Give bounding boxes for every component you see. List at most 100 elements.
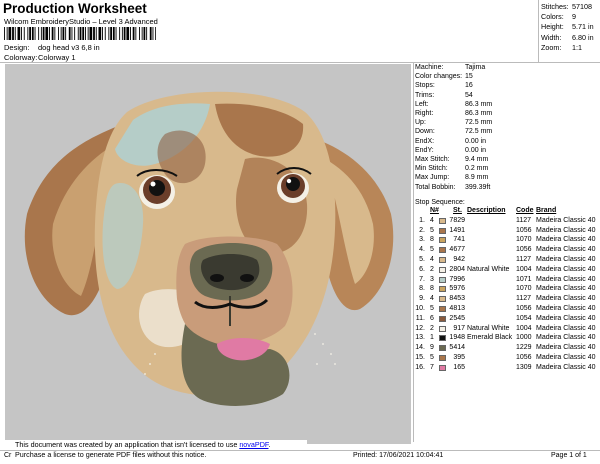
machine-info-row: Up: 72.5 mm xyxy=(415,118,492,127)
column-header: N# xyxy=(430,207,439,214)
machine-info-value: 15 xyxy=(465,73,473,81)
machine-info-row: Right: 86.3 mm xyxy=(415,109,492,118)
header-divider xyxy=(0,62,600,63)
novapdf-link[interactable]: novaPDF xyxy=(239,440,268,449)
thread-code: 1070 xyxy=(516,236,532,244)
notice-line-2: Purchase a license to generate PDF files… xyxy=(15,450,207,459)
design-preview xyxy=(5,64,411,444)
stop-number: 16. xyxy=(415,363,425,371)
stitch-count: 4813 xyxy=(449,304,465,312)
machine-info-row: Max Jump: 8.9 mm xyxy=(415,173,492,182)
thread-brand: Madeira Classic 40 xyxy=(536,304,596,312)
stop-sequence-header-row: N# St. Description Code Brand xyxy=(415,207,556,217)
machine-info-label: Right: xyxy=(415,110,434,118)
stop-number: 2. xyxy=(419,226,425,234)
machine-info-row: Stops: 16 xyxy=(415,81,492,90)
stop-row: 6. 2 2804 Natural White 1004 Madeira Classic … xyxy=(415,265,596,276)
color-swatch xyxy=(439,237,446,244)
color-swatch xyxy=(439,247,446,254)
needle-number: 2 xyxy=(430,324,434,332)
colorway-value: Colorway 1 xyxy=(38,53,76,62)
machine-info-label: EndY: xyxy=(415,146,434,154)
machine-info-row: Total Bobbin: 399.39ft xyxy=(415,183,492,192)
machine-info-row: Min Stitch: 0.2 mm xyxy=(415,164,492,173)
needle-number: 7 xyxy=(430,363,434,371)
stop-row: 4. 5 4677 1056 Madeira Classic 40 xyxy=(415,246,596,256)
stop-row: 8. 8 5976 1070 Madeira Classic 40 xyxy=(415,285,596,295)
colorway-row: Colorway:Colorway 1 xyxy=(4,53,76,62)
machine-info-label: Min Stitch: xyxy=(415,165,448,173)
machine-info-label: Trims: xyxy=(415,91,435,99)
stop-row: 15. 5 395 1056 Madeira Classic 40 xyxy=(415,354,596,364)
stop-row: 11. 6 2545 1054 Madeira Classic 40 xyxy=(415,314,596,325)
thread-code: 1056 xyxy=(516,226,532,234)
stop-row: 13. 1 1948 Emerald Black 1000 Madeira Classic… xyxy=(415,334,596,344)
machine-info-label: Stops: xyxy=(415,82,435,90)
design-label: Design: xyxy=(4,43,30,52)
machine-info-value: 8.9 mm xyxy=(465,174,489,182)
machine-info-label: Left: xyxy=(415,100,429,108)
notice-line-1: This document was created by an applicat… xyxy=(15,440,271,449)
thread-brand: Madeira Classic 40 xyxy=(536,216,596,224)
stop-row: 16. 7 165 1309 Madeira Classic 40 xyxy=(415,363,596,374)
stop-number: 11. xyxy=(415,314,425,322)
machine-info-row: EndX: 0.00 in xyxy=(415,137,492,146)
stop-number: 12. xyxy=(415,324,425,332)
stop-number: 1. xyxy=(419,216,425,224)
thread-brand: Madeira Classic 40 xyxy=(536,353,596,361)
needle-number: 4 xyxy=(430,295,434,303)
summary-row: Height: 5.71 in xyxy=(541,22,594,32)
thread-brand: Madeira Classic 40 xyxy=(536,236,596,244)
stop-number: 10. xyxy=(415,304,425,312)
thread-code: 1309 xyxy=(516,363,532,371)
color-swatch xyxy=(439,286,446,293)
thread-code: 1056 xyxy=(516,353,532,361)
needle-number: 3 xyxy=(430,275,434,283)
machine-info-value: 54 xyxy=(465,91,473,99)
stitch-count: 7996 xyxy=(449,275,465,283)
thread-code: 1229 xyxy=(516,344,532,352)
colorway-label: Colorway: xyxy=(4,53,38,62)
machine-info-value: 399.39ft xyxy=(465,183,491,191)
thread-brand: Madeira Classic 40 xyxy=(536,285,596,293)
stop-number: 9. xyxy=(419,295,425,303)
stop-number: 7. xyxy=(419,275,425,283)
machine-info-label: Max Jump: xyxy=(415,174,450,182)
machine-info-row: Trims: 54 xyxy=(415,91,492,100)
stitch-count: 8453 xyxy=(449,295,465,303)
stitch-count: 4677 xyxy=(449,246,465,254)
thread-code: 1056 xyxy=(516,304,532,312)
machine-info-table: Machine: Tajima Color changes: 15 Stops: 16 Tr… xyxy=(415,63,492,192)
machine-info-row: EndY: 0.00 in xyxy=(415,146,492,155)
stitch-count: 165 xyxy=(453,363,465,371)
thread-brand: Madeira Classic 40 xyxy=(536,295,596,303)
stop-number: 4. xyxy=(419,246,425,254)
summary-table: Stitches: 57108 Colors: 9 Height: 5.71 in W… xyxy=(541,2,594,53)
software-name: Wilcom EmbroideryStudio – Level 3 Advanc… xyxy=(4,17,158,26)
stop-row: 10. 5 4813 1056 Madeira Classic 40 xyxy=(415,304,596,315)
thread-description: Emerald Black xyxy=(467,334,513,342)
needle-number: 4 xyxy=(430,216,434,224)
thread-code: 1127 xyxy=(516,216,532,224)
footer-left: Cr xyxy=(4,452,12,459)
stop-number: 14. xyxy=(415,344,425,352)
needle-number: 8 xyxy=(430,236,434,244)
thread-brand: Madeira Classic 40 xyxy=(536,363,596,371)
design-row: Design: dog head v3 6,8 in xyxy=(4,43,100,52)
thread-brand: Madeira Classic 40 xyxy=(536,275,596,283)
machine-info-label: Down: xyxy=(415,128,435,136)
needle-number: 5 xyxy=(430,246,434,254)
thread-code: 1127 xyxy=(516,255,532,263)
stop-number: 6. xyxy=(419,265,425,273)
thread-code: 1056 xyxy=(516,246,532,254)
footer-divider xyxy=(0,450,600,451)
stop-row: 2. 5 1491 1056 Madeira Classic 40 xyxy=(415,226,596,237)
machine-info-row: Down: 72.5 mm xyxy=(415,127,492,136)
stitch-count: 1491 xyxy=(449,226,465,234)
machine-info-label: EndX: xyxy=(415,137,435,145)
color-swatch xyxy=(439,315,446,322)
needle-number: 4 xyxy=(430,255,434,263)
machine-info-value: 86.3 mm xyxy=(465,100,493,108)
stop-number: 8. xyxy=(419,285,425,293)
stitch-count: 2804 xyxy=(449,265,465,273)
